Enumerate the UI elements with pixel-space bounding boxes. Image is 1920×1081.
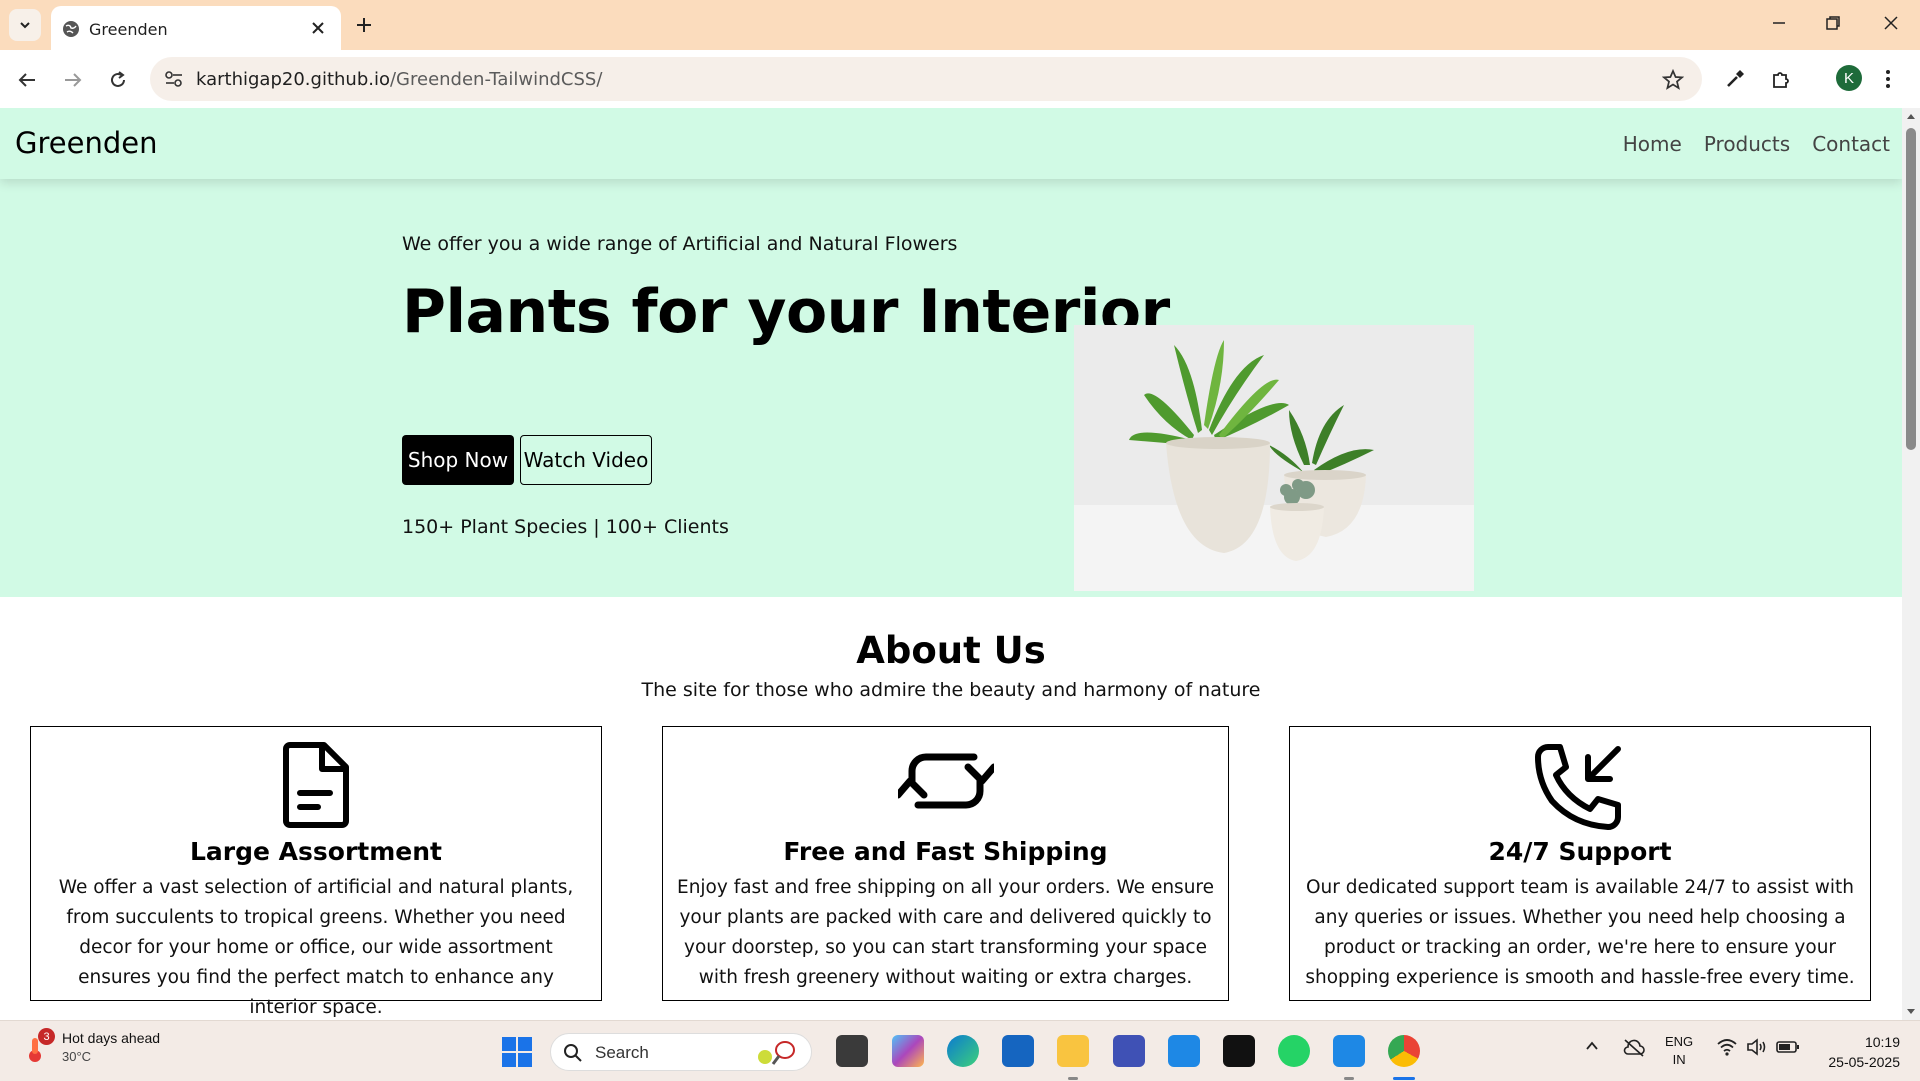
new-tab-plus-icon[interactable] xyxy=(354,15,374,35)
zoom-icon[interactable] xyxy=(1168,1035,1200,1067)
microsoft-store-icon[interactable] xyxy=(1002,1035,1034,1067)
scrollbar-thumb[interactable] xyxy=(1906,128,1916,450)
lang-line2: IN xyxy=(1672,1052,1686,1067)
whatsapp-icon[interactable] xyxy=(1278,1035,1310,1067)
profile-avatar[interactable]: K xyxy=(1836,65,1862,91)
hero-stats: 150+ Plant Species | 100+ Clients xyxy=(402,516,729,538)
scroll-up-arrow-icon[interactable] xyxy=(1906,112,1916,120)
nav-link-products[interactable]: Products xyxy=(1704,132,1790,156)
about-title: About Us xyxy=(856,629,1046,672)
minimize-icon[interactable] xyxy=(1770,14,1788,32)
more-menu-icon[interactable] xyxy=(1884,68,1892,90)
hero-headline: Plants for your Interior xyxy=(402,277,1170,347)
page-scrollbar[interactable] xyxy=(1902,108,1920,1020)
system-clock[interactable]: 10:19 25-05-2025 xyxy=(1812,1032,1900,1072)
edge-browser-icon[interactable] xyxy=(947,1035,979,1067)
tab-greenden[interactable]: Greenden xyxy=(51,6,341,50)
volume-icon[interactable] xyxy=(1746,1038,1768,1056)
wifi-icon[interactable] xyxy=(1716,1038,1738,1056)
about-section: About Us The site for those who admire t… xyxy=(0,597,1902,1020)
vscode-icon[interactable] xyxy=(1333,1035,1365,1080)
restore-icon[interactable] xyxy=(1824,14,1842,32)
watch-video-button[interactable]: Watch Video xyxy=(520,435,652,485)
feature-card-shipping: Free and Fast Shipping Enjoy fast and fr… xyxy=(662,726,1229,1001)
copilot-icon[interactable] xyxy=(892,1035,924,1067)
teams-icon[interactable] xyxy=(1113,1035,1145,1067)
clock-date: 25-05-2025 xyxy=(1828,1054,1900,1070)
clock-time: 10:19 xyxy=(1864,1034,1900,1050)
shop-now-button[interactable]: Shop Now xyxy=(402,435,514,485)
card-title: 24/7 Support xyxy=(1488,837,1672,866)
card-title: Large Assortment xyxy=(189,837,442,866)
lang-line1: ENG xyxy=(1665,1034,1694,1049)
intellij-icon[interactable] xyxy=(1223,1035,1255,1067)
page-viewport: Greenden Home Products Contact We offer … xyxy=(0,108,1902,1020)
card-text: We offer a vast selection of artificial … xyxy=(58,877,574,1018)
extensions-puzzle-icon[interactable] xyxy=(1770,68,1792,90)
weather-temp: 30°C xyxy=(62,1049,92,1064)
nav-link-contact[interactable]: Contact xyxy=(1812,132,1890,156)
language-indicator[interactable]: ENG IN xyxy=(1665,1033,1693,1069)
card-text: Our dedicated support team is available … xyxy=(1305,877,1855,988)
phone-incoming-icon xyxy=(1535,744,1621,830)
battery-icon[interactable] xyxy=(1776,1038,1800,1056)
card-title: Free and Fast Shipping xyxy=(783,837,1108,866)
nav-link-home[interactable]: Home xyxy=(1623,132,1682,156)
weather-title: Hot days ahead xyxy=(62,1030,161,1046)
globe-icon xyxy=(63,21,79,37)
cloud-offline-icon[interactable] xyxy=(1622,1038,1646,1058)
bookmark-star-icon[interactable] xyxy=(1662,69,1684,91)
search-icon xyxy=(564,1044,582,1062)
refresh-arrows-icon xyxy=(897,753,994,809)
back-arrow-icon[interactable] xyxy=(16,69,38,91)
eyedropper-icon[interactable] xyxy=(1724,68,1746,90)
close-icon[interactable] xyxy=(311,21,325,35)
document-icon xyxy=(283,742,349,828)
hero-tagline: We offer you a wide range of Artificial … xyxy=(402,233,958,255)
nav-links: Home Products Contact xyxy=(1623,132,1890,156)
site-logo[interactable]: Greenden xyxy=(15,126,157,160)
taskbar-search[interactable]: Search xyxy=(550,1033,812,1071)
chevron-down-icon xyxy=(20,22,30,29)
card-text: Enjoy fast and free shipping on all your… xyxy=(677,877,1214,988)
forward-arrow-icon[interactable] xyxy=(62,69,84,91)
browser-tab-bar: Greenden xyxy=(0,0,1920,50)
tab-title: Greenden xyxy=(89,20,168,39)
file-explorer-icon[interactable] xyxy=(1057,1035,1089,1080)
search-label: Search xyxy=(595,1043,649,1062)
url-path: /Greenden-TailwindCSS/ xyxy=(389,69,603,90)
notification-badge: 3 xyxy=(38,1028,55,1045)
url-host: karthigap20.github.io xyxy=(196,69,390,90)
windows-taskbar: 3 Hot days ahead 30°C Search ENG IN 10:19… xyxy=(0,1020,1920,1081)
about-subtitle: The site for those who admire the beauty… xyxy=(641,679,1261,701)
tennis-icon xyxy=(758,1041,795,1065)
feature-card-assortment: Large Assortment We offer a vast selecti… xyxy=(30,726,602,1018)
close-window-icon[interactable] xyxy=(1882,14,1900,32)
tab-search-button[interactable] xyxy=(9,9,41,41)
task-view-icon[interactable] xyxy=(836,1035,868,1067)
url-text: karthigap20.github.io/Greenden-TailwindC… xyxy=(196,69,602,90)
scroll-down-arrow-icon[interactable] xyxy=(1906,1008,1916,1016)
chevron-up-icon[interactable] xyxy=(1584,1038,1600,1054)
browser-toolbar: karthigap20.github.io/Greenden-TailwindC… xyxy=(0,50,1920,109)
chrome-icon[interactable] xyxy=(1388,1035,1420,1080)
reload-icon[interactable] xyxy=(107,69,129,91)
windows-start-icon[interactable] xyxy=(502,1037,532,1067)
hero-plant-image xyxy=(1074,325,1474,591)
feature-card-support: 24/7 Support Our dedicated support team … xyxy=(1289,726,1871,1001)
site-navbar: Greenden Home Products Contact xyxy=(0,108,1902,179)
address-bar[interactable]: karthigap20.github.io/Greenden-TailwindC… xyxy=(150,57,1702,101)
hero-section: We offer you a wide range of Artificial … xyxy=(0,179,1902,597)
site-settings-icon[interactable] xyxy=(164,70,184,88)
